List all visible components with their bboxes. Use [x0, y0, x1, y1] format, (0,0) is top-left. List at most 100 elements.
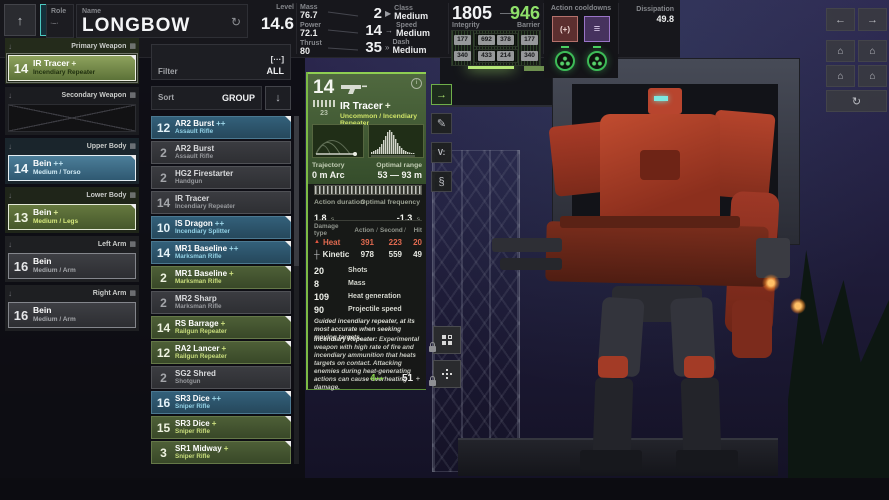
- list-item[interactable]: 12 RA2 Lancer+ Railgun Repeater: [151, 341, 291, 364]
- slot-header[interactable]: ↓ Primary Weapon ▦: [8, 40, 136, 53]
- item-mod: ++: [212, 394, 221, 403]
- collapse-arrow-icon: ↓: [8, 290, 12, 298]
- equipped-lower-body[interactable]: 13 Bein+ Medium / Legs: [8, 204, 136, 230]
- slot-header[interactable]: ↓ Left Arm ▦: [8, 238, 136, 251]
- slot-header[interactable]: ↓ Secondary Weapon ▦: [8, 89, 136, 102]
- thrust-value: 80: [300, 47, 322, 57]
- tab-systems[interactable]: §: [431, 171, 452, 192]
- detail-weapon-mod: +: [385, 101, 391, 112]
- hangar-view-button-1[interactable]: ⌂: [826, 40, 855, 62]
- tab-equip[interactable]: →: [431, 84, 452, 105]
- list-item[interactable]: 3 SR1 Midway+ Sniper Rifle: [151, 441, 291, 464]
- list-item[interactable]: 2 MR1 Baseline+ Marksman Rifle: [151, 266, 291, 289]
- mech-shin-right: [681, 377, 722, 456]
- sort-box[interactable]: Sort GROUP: [151, 86, 262, 110]
- dissipation-label: Dissipation: [622, 6, 674, 13]
- list-item[interactable]: 14 MR1 Baseline++ Marksman Rifle: [151, 241, 291, 264]
- class-icon: ▶: [385, 9, 391, 18]
- item-subtitle: Shotgun: [175, 378, 216, 385]
- credits-plus-icon: +: [416, 376, 420, 383]
- stat-row-projectile-speed: 90 Projectile speed: [314, 303, 422, 316]
- cooldown-slot-offense[interactable]: (+): [552, 16, 578, 42]
- slot-primary-weapon: ↓ Primary Weapon ▦ 14 IR Tracer+ Incendi…: [5, 38, 139, 84]
- reset-camera-button[interactable]: ↻: [826, 90, 887, 112]
- duration-label: Action duration: [314, 200, 364, 207]
- equipped-upper-body[interactable]: 14 Bein++ Medium / Torso: [8, 155, 136, 181]
- next-unit-button[interactable]: →: [858, 8, 887, 31]
- detail-header: 14 23 i IR Tracer+ Uncommon / Incendiary…: [308, 72, 426, 184]
- body-part-icon: ▦: [129, 143, 136, 150]
- item-name: IS Dragon: [175, 219, 213, 228]
- slot-header[interactable]: ↓ Right Arm ▦: [8, 287, 136, 300]
- hangar-view-button-2[interactable]: ⌂: [858, 40, 887, 62]
- cooldown-gauge-mobility: [587, 51, 607, 71]
- equipped-left-arm[interactable]: 16 Bein Medium / Arm: [8, 253, 136, 279]
- info-icon[interactable]: i: [411, 78, 422, 89]
- action-cooldowns-section: Action cooldowns (+) ≡: [544, 0, 618, 78]
- list-item[interactable]: 14 IR Tracer Incendiary Repeater: [151, 191, 291, 214]
- pattern-grid-button[interactable]: [433, 326, 461, 354]
- damage-action: 391: [352, 238, 374, 247]
- empty-secondary-slot[interactable]: [8, 104, 136, 132]
- item-level: 12: [152, 346, 175, 360]
- item-mod: +: [221, 344, 226, 353]
- item-name: SG2 Shred: [175, 369, 216, 378]
- plus-cooldown-icon: (+): [560, 25, 570, 34]
- item-level: 12: [152, 121, 175, 135]
- list-item[interactable]: 2 MR2 Sharp Marksman Rifle: [151, 291, 291, 314]
- list-item[interactable]: 14 RS Barrage+ Railgun Repeater: [151, 316, 291, 339]
- list-item[interactable]: 2 SG2 Shred Shotgun: [151, 366, 291, 389]
- tab-customize[interactable]: ✎: [431, 113, 452, 134]
- role-section[interactable]: Role ·–·: [46, 4, 74, 38]
- mech-foot-left: [580, 450, 642, 470]
- hangar-view-button-3[interactable]: ⌂: [826, 65, 855, 87]
- item-subtitle: Marksman Rifle: [175, 253, 238, 260]
- stat-value: 20: [314, 266, 348, 276]
- tab-livery[interactable]: V:: [431, 142, 452, 163]
- list-item[interactable]: 2 HG2 Firestarter Handgun: [151, 166, 291, 189]
- name-section[interactable]: Name LONGBOW ↻: [76, 4, 248, 38]
- slot-header[interactable]: ↓ Lower Body ▦: [8, 189, 136, 202]
- list-item[interactable]: 2 AR2 Burst Assault Rifle: [151, 141, 291, 164]
- list-item[interactable]: 10 IS Dragon++ Incendiary Splitter: [151, 216, 291, 239]
- armor-center-box: 433 214: [474, 49, 518, 63]
- equipped-primary-weapon[interactable]: 14 IR Tracer+ Incendiary Repeater: [8, 55, 136, 81]
- stat-value: 109: [314, 292, 348, 302]
- slot-upper-body: ↓ Upper Body ▦ 14 Bein++ Medium / Torso: [5, 138, 139, 184]
- stat-label: Projectile speed: [348, 306, 402, 313]
- list-scrollbar[interactable]: [294, 116, 299, 464]
- charge-meter: [314, 185, 422, 195]
- mech-forearm-right: [732, 300, 772, 358]
- resource-mass: Mass 76.7: [300, 4, 318, 21]
- list-item[interactable]: 15 SR3 Dice+ Sniper Rifle: [151, 416, 291, 439]
- prev-unit-button[interactable]: ←: [826, 8, 855, 31]
- item-subtitle: Sniper Rifle: [175, 403, 221, 410]
- filter-box[interactable]: Filter [···] ALL: [151, 44, 291, 80]
- stat-connector-lines: [326, 6, 360, 52]
- randomize-name-icon[interactable]: ↻: [231, 15, 241, 29]
- item-name: RA2 Lancer: [175, 344, 219, 353]
- cooldown-slot-mobility[interactable]: ≡: [584, 16, 610, 42]
- item-mod: +: [212, 419, 217, 428]
- item-level: 2: [152, 146, 175, 160]
- item-mod: ++: [229, 244, 238, 253]
- item-level: 14: [152, 321, 175, 335]
- list-item[interactable]: 12 AR2 Burst++ Assault Rifle: [151, 116, 291, 139]
- item-subtitle: Assault Rifle: [175, 153, 214, 160]
- cooldowns-label: Action cooldowns: [544, 5, 618, 12]
- stat-label: Mass: [348, 280, 366, 287]
- scrollbar-thumb[interactable]: [294, 116, 299, 266]
- slot-header[interactable]: ↓ Upper Body ▦: [8, 140, 136, 153]
- item-subtitle: Incendiary Repeater: [33, 69, 95, 76]
- sort-direction-button[interactable]: ↓: [265, 86, 291, 110]
- hangar-view-button-4[interactable]: ⌂: [858, 65, 887, 87]
- back-button[interactable]: ↑: [4, 4, 36, 36]
- list-item[interactable]: 16 SR3 Dice++ Sniper Rifle: [151, 391, 291, 414]
- collapse-arrow-icon: ↓: [8, 143, 12, 151]
- heat-icon: ▲: [314, 239, 320, 245]
- crosshair-marker-button[interactable]: [433, 360, 461, 388]
- attribute-speed: 14 → Speed Medium: [360, 22, 430, 38]
- equipped-right-arm[interactable]: 16 Bein Medium / Arm: [8, 302, 136, 328]
- item-level: 13: [9, 210, 33, 225]
- dissipation-value: 49.8: [622, 14, 674, 24]
